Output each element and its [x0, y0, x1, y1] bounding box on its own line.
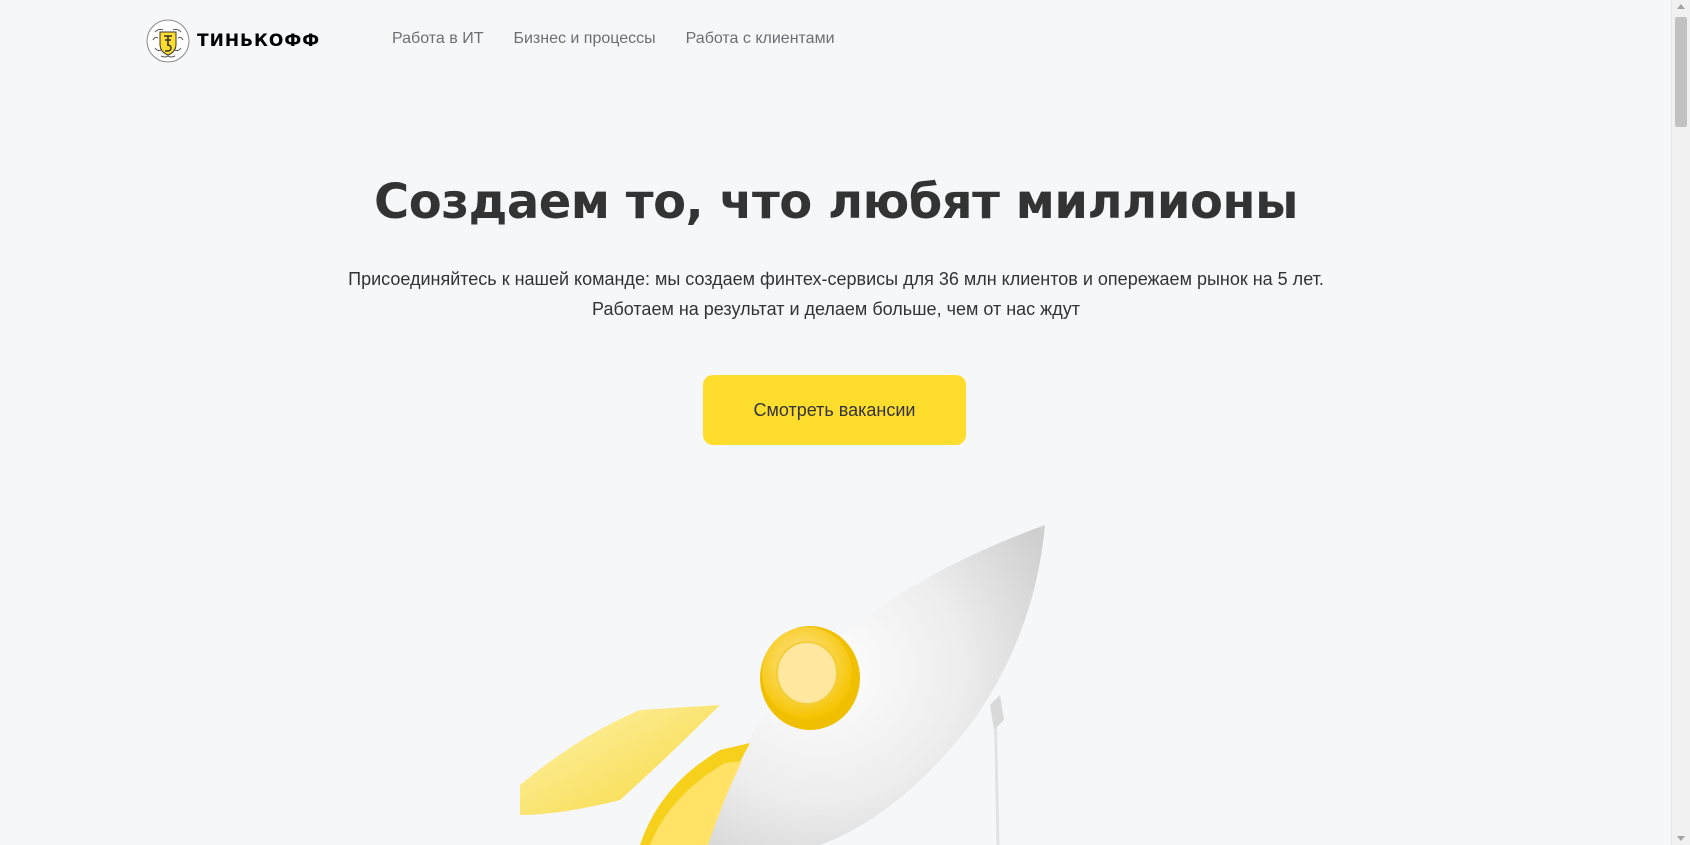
- scrollbar-thumb[interactable]: [1675, 17, 1687, 127]
- logo-text: ТИНЬКОФФ: [197, 31, 321, 51]
- rocket-illustration: [520, 525, 1045, 845]
- scroll-up-arrow-icon[interactable]: [1677, 4, 1685, 9]
- vertical-scrollbar[interactable]: [1671, 0, 1690, 845]
- main-nav: Работа в ИТ Бизнес и процессы Работа с к…: [392, 30, 835, 48]
- logo-link[interactable]: ТИНЬКОФФ: [145, 18, 320, 64]
- view-vacancies-button[interactable]: Смотреть вакансии: [703, 375, 966, 445]
- hero-subtitle: Присоединяйтесь к нашей команде: мы созд…: [0, 264, 1672, 324]
- page: ТИНЬКОФФ Работа в ИТ Бизнес и процессы Р…: [0, 0, 1690, 845]
- hero-title: Создаем то, что любят миллионы: [374, 174, 1299, 230]
- nav-link-clients[interactable]: Работа с клиентами: [686, 30, 835, 48]
- hero-subtitle-line-2: Работаем на результат и делаем больше, ч…: [592, 299, 1080, 319]
- tinkoff-emblem-icon: [146, 19, 190, 63]
- nav-link-it[interactable]: Работа в ИТ: [392, 30, 483, 48]
- nav-link-business[interactable]: Бизнес и процессы: [513, 30, 655, 48]
- hero-subtitle-line-1: Присоединяйтесь к нашей команде: мы созд…: [348, 269, 1324, 289]
- scroll-down-arrow-icon[interactable]: [1677, 836, 1685, 841]
- site-header: ТИНЬКОФФ Работа в ИТ Бизнес и процессы Р…: [0, 0, 1672, 82]
